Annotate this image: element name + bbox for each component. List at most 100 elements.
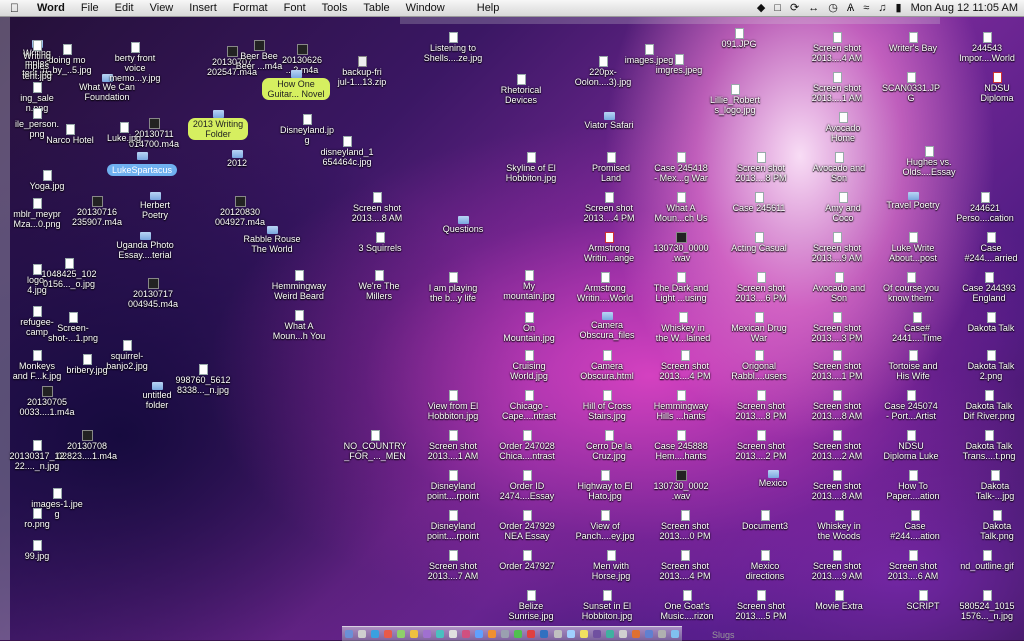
desktop-icon[interactable]: Screen shot 2013....8 AM: [800, 390, 874, 421]
dock-app-icon[interactable]: [344, 630, 353, 638]
desktop-icon[interactable]: Dakota Talk Dif River.png: [952, 390, 1024, 421]
menu-tools[interactable]: Tools: [314, 0, 356, 16]
desktop-icon[interactable]: bribery.jpg: [50, 354, 124, 375]
desktop-icon[interactable]: Writer's Bay: [876, 32, 950, 53]
clock-icon[interactable]: ◷: [828, 0, 838, 16]
desktop-icon[interactable]: SCRIPT: [886, 590, 960, 611]
desktop-icon[interactable]: 1048425_102 0156..._o.jpg: [32, 258, 106, 289]
desktop-icon[interactable]: Screen shot 2013....8 PM: [724, 152, 798, 183]
desktop-icon[interactable]: Luke.jpg: [87, 122, 161, 143]
desktop-icon[interactable]: 20120830 004927.m4a: [203, 196, 277, 227]
desktop-icon[interactable]: Camera Obscura.html: [570, 350, 644, 381]
tagged-item[interactable]: LukeSpartacus: [102, 152, 182, 178]
desktop-icon[interactable]: Order 247927: [490, 550, 564, 571]
desktop-icon[interactable]: Screen shot 2013....6 PM: [724, 272, 798, 303]
desktop-icon[interactable]: Promised Land: [574, 152, 648, 183]
desktop-icon[interactable]: backup-fri jul-1...13.zip: [325, 56, 399, 87]
desktop-icon[interactable]: 99.jpg: [0, 540, 74, 561]
desktop-icon[interactable]: Whiskey in the W...lained: [646, 312, 720, 343]
desktop-icon[interactable]: Disneyland point....rpoint: [416, 510, 490, 541]
desktop-icon[interactable]: Order ID 2474....Essay: [490, 470, 564, 501]
desktop-icon[interactable]: 244621 Perso....cation: [948, 192, 1022, 223]
desktop-icon[interactable]: Screen shot 2013....9 AM: [800, 550, 874, 581]
desktop-icon[interactable]: Of course you know them.: [874, 272, 948, 303]
menu-file[interactable]: File: [73, 0, 107, 16]
dock-app-icon[interactable]: [409, 630, 418, 638]
dock-app-icon[interactable]: [475, 630, 484, 638]
desktop-icon[interactable]: Screen- shot-...1.png: [36, 312, 110, 343]
desktop-icon[interactable]: Case 245074 - Port...Artist: [874, 390, 948, 421]
dock-app-icon[interactable]: [383, 630, 392, 638]
dock-app-icon[interactable]: [488, 630, 497, 638]
desktop-icon[interactable]: Tortoise and His Wife: [876, 350, 950, 381]
desktop-icon[interactable]: Highway to El Hato.jpg: [568, 470, 642, 501]
tagged-item[interactable]: How One Guitar... Novel: [256, 70, 336, 102]
desktop-icon[interactable]: 130730_0000 .wav: [644, 232, 718, 263]
desktop-icon[interactable]: Document3: [728, 510, 802, 531]
dock-app-icon[interactable]: [644, 630, 653, 638]
dock-app-icon[interactable]: [357, 630, 366, 638]
desktop-icon[interactable]: Case 245611: [722, 192, 796, 213]
desktop-icon[interactable]: Avocado Home: [806, 112, 880, 143]
desktop-icon[interactable]: ro.png: [0, 508, 74, 529]
desktop-icon[interactable]: Screen shot 2013....8 AM: [800, 470, 874, 501]
sync-icon[interactable]: ⟳: [790, 0, 799, 16]
tagged-item[interactable]: 2013 Writing Folder: [178, 110, 258, 142]
desktop-icon[interactable]: Case 244393 England: [952, 272, 1024, 303]
dock-app-icon[interactable]: [658, 630, 667, 638]
desktop-icon[interactable]: Screen shot 2013....2 AM: [800, 430, 874, 461]
desktop-icon[interactable]: NDSU Diploma Luke: [874, 430, 948, 461]
menu-window[interactable]: Window: [398, 0, 453, 16]
app-menu[interactable]: Word: [29, 0, 73, 16]
desktop-icon[interactable]: Screen shot 2013....4 PM: [648, 350, 722, 381]
desktop-icon[interactable]: Hemmingway Hills ...hants: [644, 390, 718, 421]
apple-menu-icon[interactable]: : [0, 0, 29, 16]
desktop-icon[interactable]: Screen shot 2013....8 AM: [340, 192, 414, 223]
desktop-icon[interactable]: untitled folder: [120, 382, 194, 410]
desktop-icon[interactable]: SCAN0331.JP G: [874, 72, 948, 103]
desktop-icon[interactable]: Case 245888 Hem....hants: [644, 430, 718, 461]
clock-display[interactable]: Mon Aug 12 11:05 AM: [911, 0, 1018, 16]
dock-app-icon[interactable]: [435, 630, 444, 638]
desktop-icon[interactable]: Movie Extra: [802, 590, 876, 611]
desktop-icon[interactable]: 20130317_12 22...._n.jpg: [0, 440, 74, 471]
dock-app-icon[interactable]: [579, 630, 588, 638]
dock-app-icon[interactable]: [449, 630, 458, 638]
desktop-icon[interactable]: Order 247028 Chica....ntrast: [490, 430, 564, 461]
desktop-icon[interactable]: One Goat's Music....rizon: [650, 590, 724, 621]
desktop-icon[interactable]: Rabble Rouse The World: [235, 226, 309, 254]
desktop-icon[interactable]: Herbert Poetry: [118, 192, 192, 220]
desktop-icon[interactable]: Whiskey in the Woods: [802, 510, 876, 541]
dock-app-icon[interactable]: [462, 630, 471, 638]
dropbox-icon[interactable]: ◆: [757, 0, 765, 16]
desktop-icon[interactable]: Screen shot 2013....7 AM: [416, 550, 490, 581]
desktop-icon[interactable]: 130730_0002 .wav: [644, 470, 718, 501]
desktop-icon[interactable]: Screen shot 2013....6 AM: [876, 550, 950, 581]
dock-app-icon[interactable]: [671, 630, 680, 638]
desktop-icon[interactable]: Order 247929 NEA Essay: [490, 510, 564, 541]
desktop-icon[interactable]: View from El Hobbiton.jpg: [416, 390, 490, 421]
dock-app-icon[interactable]: [540, 630, 549, 638]
desktop-icon[interactable]: Screen shot 2013....0 PM: [648, 510, 722, 541]
dock-app-icon[interactable]: [631, 630, 640, 638]
desktop-icon[interactable]: Mexican Drug War: [722, 312, 796, 343]
desktop-icon[interactable]: Dakota Talk-...jpg: [958, 470, 1024, 501]
desktop-icon[interactable]: On Mountain.jpg: [492, 312, 566, 343]
desktop-icon[interactable]: Case# 2441....Time: [880, 312, 954, 343]
desktop-icon[interactable]: Case #244....ation: [878, 510, 952, 541]
menu-insert[interactable]: Insert: [181, 0, 225, 16]
wifi-icon[interactable]: ≈: [863, 0, 869, 16]
desktop-icon[interactable]: Screen shot 2013....3 PM: [800, 312, 874, 343]
desktop-icon[interactable]: Screen shot 2013....4 PM: [648, 550, 722, 581]
desktop-icon[interactable]: My mountain.jpg: [492, 270, 566, 301]
desktop-icon[interactable]: Hemmingway Weird Beard: [262, 270, 336, 301]
dock-app-icon[interactable]: [501, 630, 510, 638]
desktop-icon[interactable]: Yoga.jpg: [10, 170, 84, 191]
desktop-icon[interactable]: 580524_1015 1576..._n.jpg: [950, 590, 1024, 621]
desktop-icon[interactable]: Hughes vs. Olds....Essay: [892, 146, 966, 177]
desktop-icon[interactable]: Hill of Cross Stairs.jpg: [570, 390, 644, 421]
desktop-icon[interactable]: Avocado and Son: [802, 152, 876, 183]
volume-icon[interactable]: ♫: [878, 0, 886, 16]
dock-app-icon[interactable]: [618, 630, 627, 638]
desktop-icon[interactable]: Travel Poetry: [876, 192, 950, 210]
